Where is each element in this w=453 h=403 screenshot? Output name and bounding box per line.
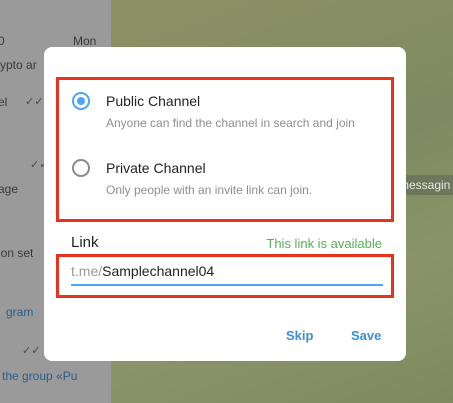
option-title: Private Channel	[106, 160, 206, 176]
chat-preview-text: the group «Pu	[2, 369, 78, 383]
radio-checked-icon[interactable]	[72, 92, 90, 110]
save-button[interactable]: Save	[351, 328, 381, 343]
chat-preview-text: age	[0, 182, 19, 196]
link-prefix: t.me/	[71, 263, 103, 279]
chat-preview-text: ion set	[0, 246, 34, 260]
link-label: Link	[71, 234, 99, 251]
double-check-icon: ✓✓	[25, 96, 44, 108]
double-check-icon: ✓✓	[22, 345, 41, 357]
chat-preview-text: el	[0, 95, 8, 109]
chat-preview-text: gram	[6, 305, 34, 319]
chat-preview-text: 0	[0, 34, 5, 48]
link-value[interactable]: Samplechannel04	[102, 263, 214, 279]
link-available-status: This link is available	[266, 236, 382, 251]
option-subtitle: Only people with an invite link can join…	[106, 183, 313, 197]
channel-type-dialog: Public Channel Anyone can find the chann…	[44, 47, 406, 361]
radio-unchecked-icon[interactable]	[72, 159, 90, 177]
chat-date: Mon	[73, 34, 97, 48]
chat-preview-text: ypto ar	[0, 58, 37, 72]
option-title: Public Channel	[106, 93, 201, 109]
option-subtitle: Anyone can find the channel in search an…	[106, 116, 355, 130]
link-input[interactable]: t.me/Samplechannel04	[71, 260, 383, 286]
skip-button[interactable]: Skip	[286, 328, 313, 343]
